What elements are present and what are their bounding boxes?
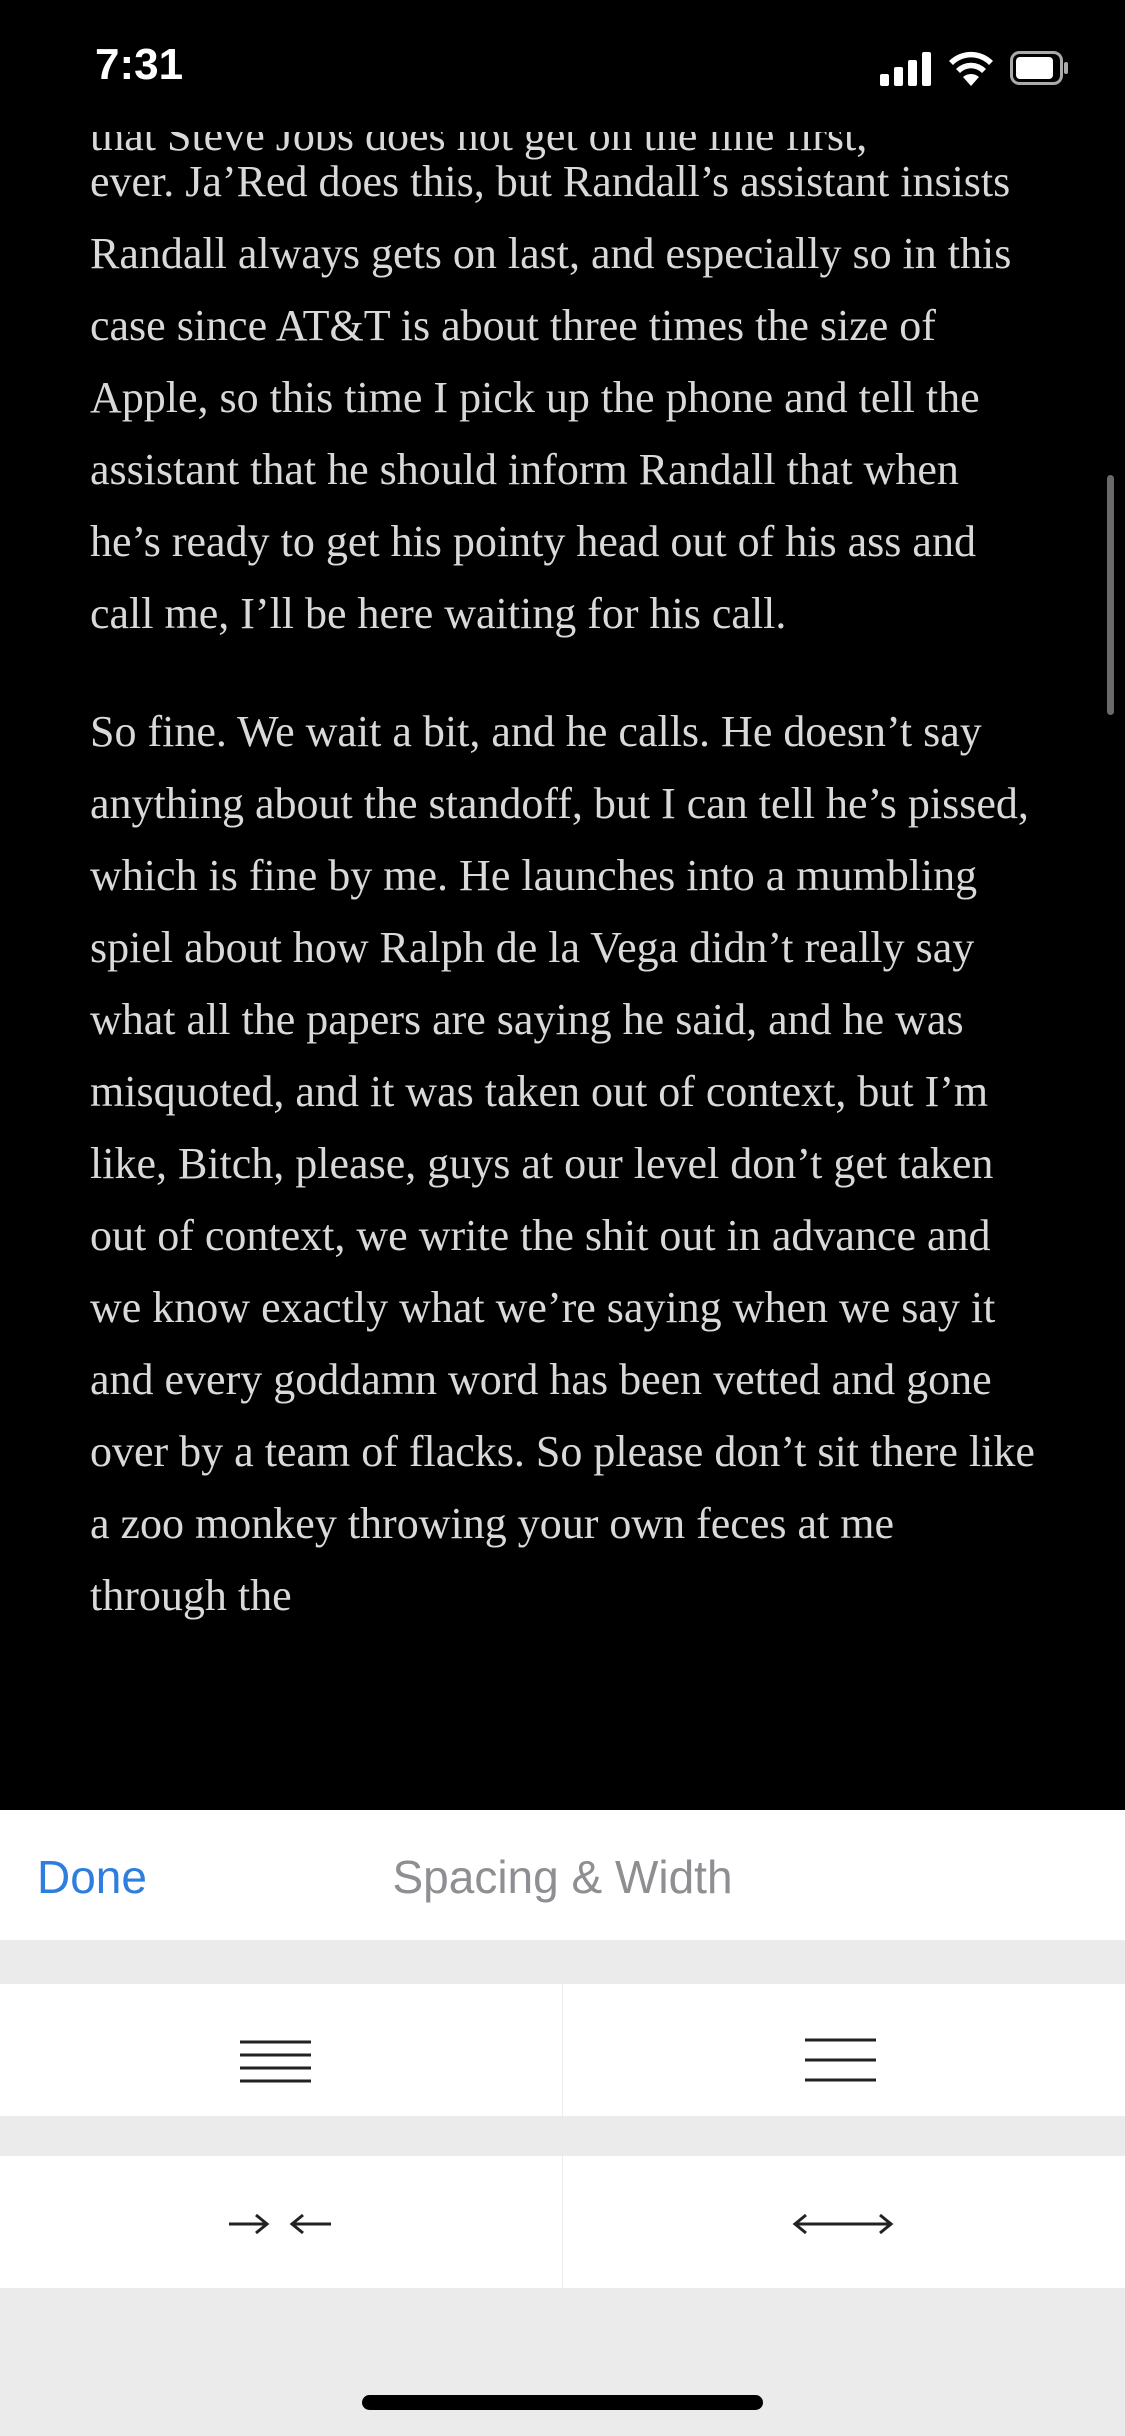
- status-time: 7:31: [95, 40, 184, 89]
- line-spacing-row: [0, 1984, 1125, 2116]
- article-body: that Steve Jobs does not get on the line…: [90, 100, 1040, 1678]
- wide-spacing-button[interactable]: [563, 1984, 1125, 2116]
- reader-view[interactable]: that Steve Jobs does not get on the line…: [0, 0, 1125, 1810]
- battery-icon: [1010, 51, 1068, 85]
- article-paragraph: So fine. We wait a bit, and he calls. He…: [90, 707, 1035, 1620]
- article-paragraph: ever. Ja’Red does this, but Randall’s as…: [90, 157, 1012, 638]
- scroll-indicator[interactable]: [1107, 475, 1114, 715]
- spacing-width-panel: Done Spacing & Width: [0, 1810, 1125, 2436]
- wide-width-icon: [792, 2213, 894, 2235]
- narrow-width-icon: [229, 2213, 331, 2235]
- status-bar: 7:31: [0, 0, 1125, 132]
- text-width-row: [0, 2156, 1125, 2288]
- compact-line-spacing-icon: [240, 2040, 311, 2083]
- home-indicator[interactable]: [362, 2395, 763, 2410]
- wifi-icon: [949, 51, 993, 86]
- narrow-width-button[interactable]: [0, 2156, 562, 2288]
- panel-header: Done Spacing & Width: [0, 1810, 1125, 1940]
- wide-width-button[interactable]: [563, 2156, 1125, 2288]
- compact-spacing-button[interactable]: [0, 1984, 562, 2116]
- wide-line-spacing-icon: [805, 2038, 876, 2082]
- panel-title: Spacing & Width: [392, 1851, 733, 1903]
- cellular-signal-icon: [880, 52, 931, 86]
